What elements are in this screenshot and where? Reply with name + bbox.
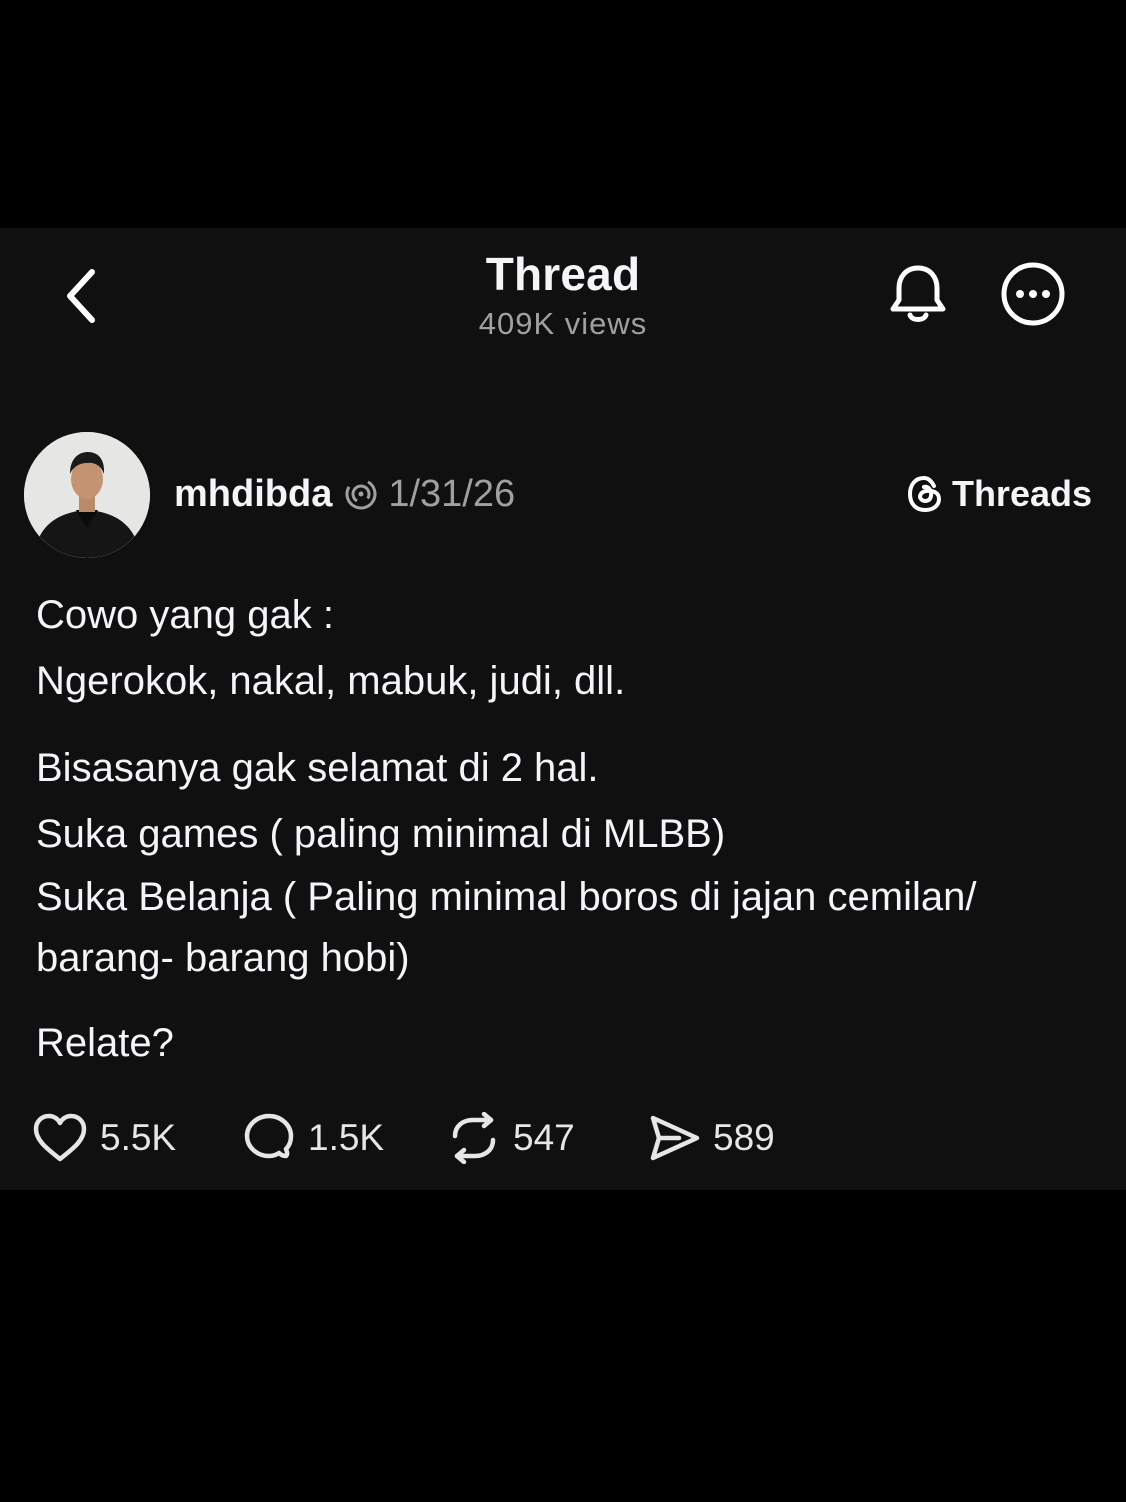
title-block: Thread 409K views <box>363 246 763 344</box>
chevron-left-icon <box>67 269 95 323</box>
avatar-photo <box>24 432 150 558</box>
post-line: Cowo yang gak : <box>36 593 334 637</box>
author-avatar[interactable] <box>24 432 150 558</box>
share-count: 589 <box>713 1117 775 1158</box>
post-meta: mhdibda 1/31/26 <box>174 466 515 522</box>
back-button[interactable] <box>52 264 112 328</box>
top-bar: Thread 409K views <box>0 228 1126 368</box>
repost-count: 547 <box>513 1117 575 1158</box>
spiral-icon <box>344 477 378 511</box>
post-line: Suka Belanja ( Paling minimal boros di j… <box>36 875 977 919</box>
share-button[interactable]: 589 <box>647 1113 807 1163</box>
page-title: Thread <box>485 248 641 300</box>
post-line: Relate? <box>36 1021 174 1065</box>
post-line: Suka games ( paling minimal di MLBB) <box>36 812 726 856</box>
post-paragraph: Relate? <box>36 1010 1096 1076</box>
post-paragraph: Bisasanya gak selamat di 2 hal. Suka gam… <box>36 735 1096 989</box>
more-options-icon <box>1001 262 1065 326</box>
like-count: 5.5K <box>100 1117 177 1158</box>
post-body: Cowo yang gak : Ngerokok, nakal, mabuk, … <box>36 582 1096 1076</box>
heart-icon <box>33 1113 87 1162</box>
comment-count: 1.5K <box>308 1117 385 1158</box>
post-line: barang- barang hobi) <box>36 936 410 980</box>
threads-badge-label: Threads <box>951 473 1092 514</box>
like-button[interactable]: 5.5K <box>32 1113 242 1163</box>
bell-icon <box>890 265 946 322</box>
action-bar: 5.5K 1.5K 547 589 <box>32 1108 807 1168</box>
repost-button[interactable]: 547 <box>447 1112 647 1164</box>
thread-card: Thread 409K views mhdibda 1/31/26 Thread… <box>0 228 1126 1190</box>
threads-source-badge[interactable]: Threads <box>906 466 1092 522</box>
author-username[interactable]: mhdibda <box>174 473 332 516</box>
threads-logo-icon <box>907 475 941 513</box>
more-options-button[interactable] <box>999 260 1067 328</box>
post-date: 1/31/26 <box>388 472 516 515</box>
post-line: Ngerokok, nakal, mabuk, judi, dll. <box>36 659 626 703</box>
send-icon <box>650 1115 700 1161</box>
view-count: 409K views <box>478 306 648 341</box>
comment-icon <box>244 1113 294 1159</box>
post-line: Bisasanya gak selamat di 2 hal. <box>36 746 599 790</box>
repost-icon <box>452 1112 496 1164</box>
comment-button[interactable]: 1.5K <box>242 1112 447 1164</box>
post-paragraph: Cowo yang gak : Ngerokok, nakal, mabuk, … <box>36 582 1096 714</box>
notifications-button[interactable] <box>884 260 952 328</box>
